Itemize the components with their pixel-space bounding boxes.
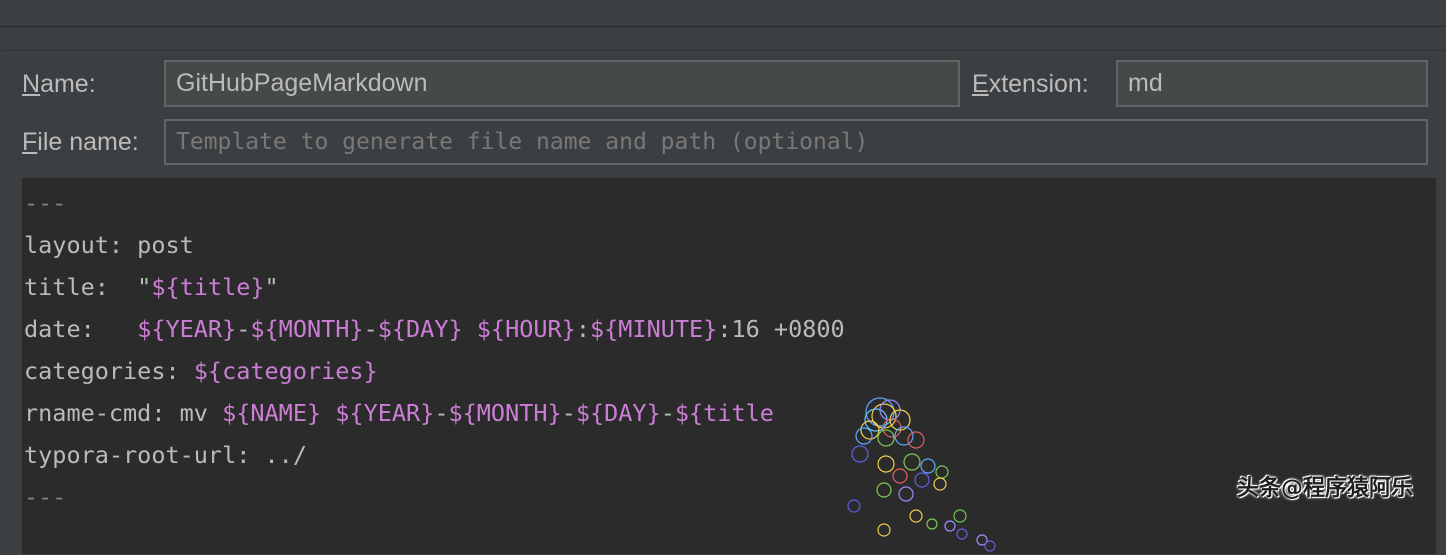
template-code-editor[interactable]: --- layout: post title: "${title}" date: ${… [22, 178, 1436, 554]
name-input-value: GitHubPageMarkdown [176, 69, 428, 97]
template-variable: ${DAY} [377, 315, 463, 343]
code-text: - [363, 315, 378, 343]
code-line: --- [24, 182, 845, 224]
file-name-label: File name: [22, 128, 139, 156]
code-text: - [236, 315, 251, 343]
dialog-title-bar [0, 0, 1446, 27]
template-variable: ${YEAR} [137, 315, 237, 343]
code-line: title: "${title}" [24, 266, 845, 308]
template-variable: ${HOUR} [476, 315, 576, 343]
template-variable: ${DAY} [575, 399, 661, 427]
code-text: typora-root-url: ../ [24, 441, 307, 469]
code-text: layout: post [24, 231, 194, 259]
template-variable: ${title [674, 399, 774, 427]
name-label: Name: [22, 70, 96, 98]
template-variable: ${title} [151, 273, 265, 301]
code-text: " [264, 273, 279, 301]
extension-input[interactable]: md [1116, 60, 1428, 107]
code-text: --- [24, 189, 67, 217]
code-content: --- layout: post title: "${title}" date: ${… [24, 182, 845, 518]
code-text: title: " [24, 273, 152, 301]
code-line: date: ${YEAR}-${MONTH}-${DAY} ${HOUR}:${… [24, 308, 845, 350]
code-line: categories: ${categories} [24, 350, 845, 392]
template-variable: ${NAME} [222, 399, 322, 427]
extension-label: Extension: [972, 70, 1089, 98]
code-text: --- [24, 483, 67, 511]
code-text: date: [24, 315, 138, 343]
code-text: rname-cmd: mv [24, 399, 223, 427]
file-name-placeholder: Template to generate file name and path … [176, 129, 869, 155]
code-line: --- [24, 476, 845, 518]
template-variable: ${YEAR} [335, 399, 435, 427]
code-line: layout: post [24, 224, 845, 266]
file-name-input[interactable]: Template to generate file name and path … [164, 119, 1428, 165]
code-text: categories: [24, 357, 194, 385]
code-text: - [434, 399, 449, 427]
code-line: typora-root-url: ../ [24, 434, 845, 476]
template-variable: ${MONTH} [448, 399, 562, 427]
extension-input-value: md [1128, 69, 1163, 97]
code-text: :16 +0800 [717, 315, 845, 343]
click-effect-circles [847, 397, 996, 552]
code-text: : [575, 315, 590, 343]
watermark: 头条@程序猿阿乐 [1237, 476, 1414, 501]
template-variable: ${categories} [193, 357, 378, 385]
code-text: - [660, 399, 675, 427]
template-variable: ${MINUTE} [589, 315, 718, 343]
code-text: - [561, 399, 576, 427]
code-line: rname-cmd: mv ${NAME} ${YEAR}-${MONTH}-$… [24, 392, 845, 434]
template-variable: ${MONTH} [250, 315, 364, 343]
name-input[interactable]: GitHubPageMarkdown [164, 60, 960, 107]
